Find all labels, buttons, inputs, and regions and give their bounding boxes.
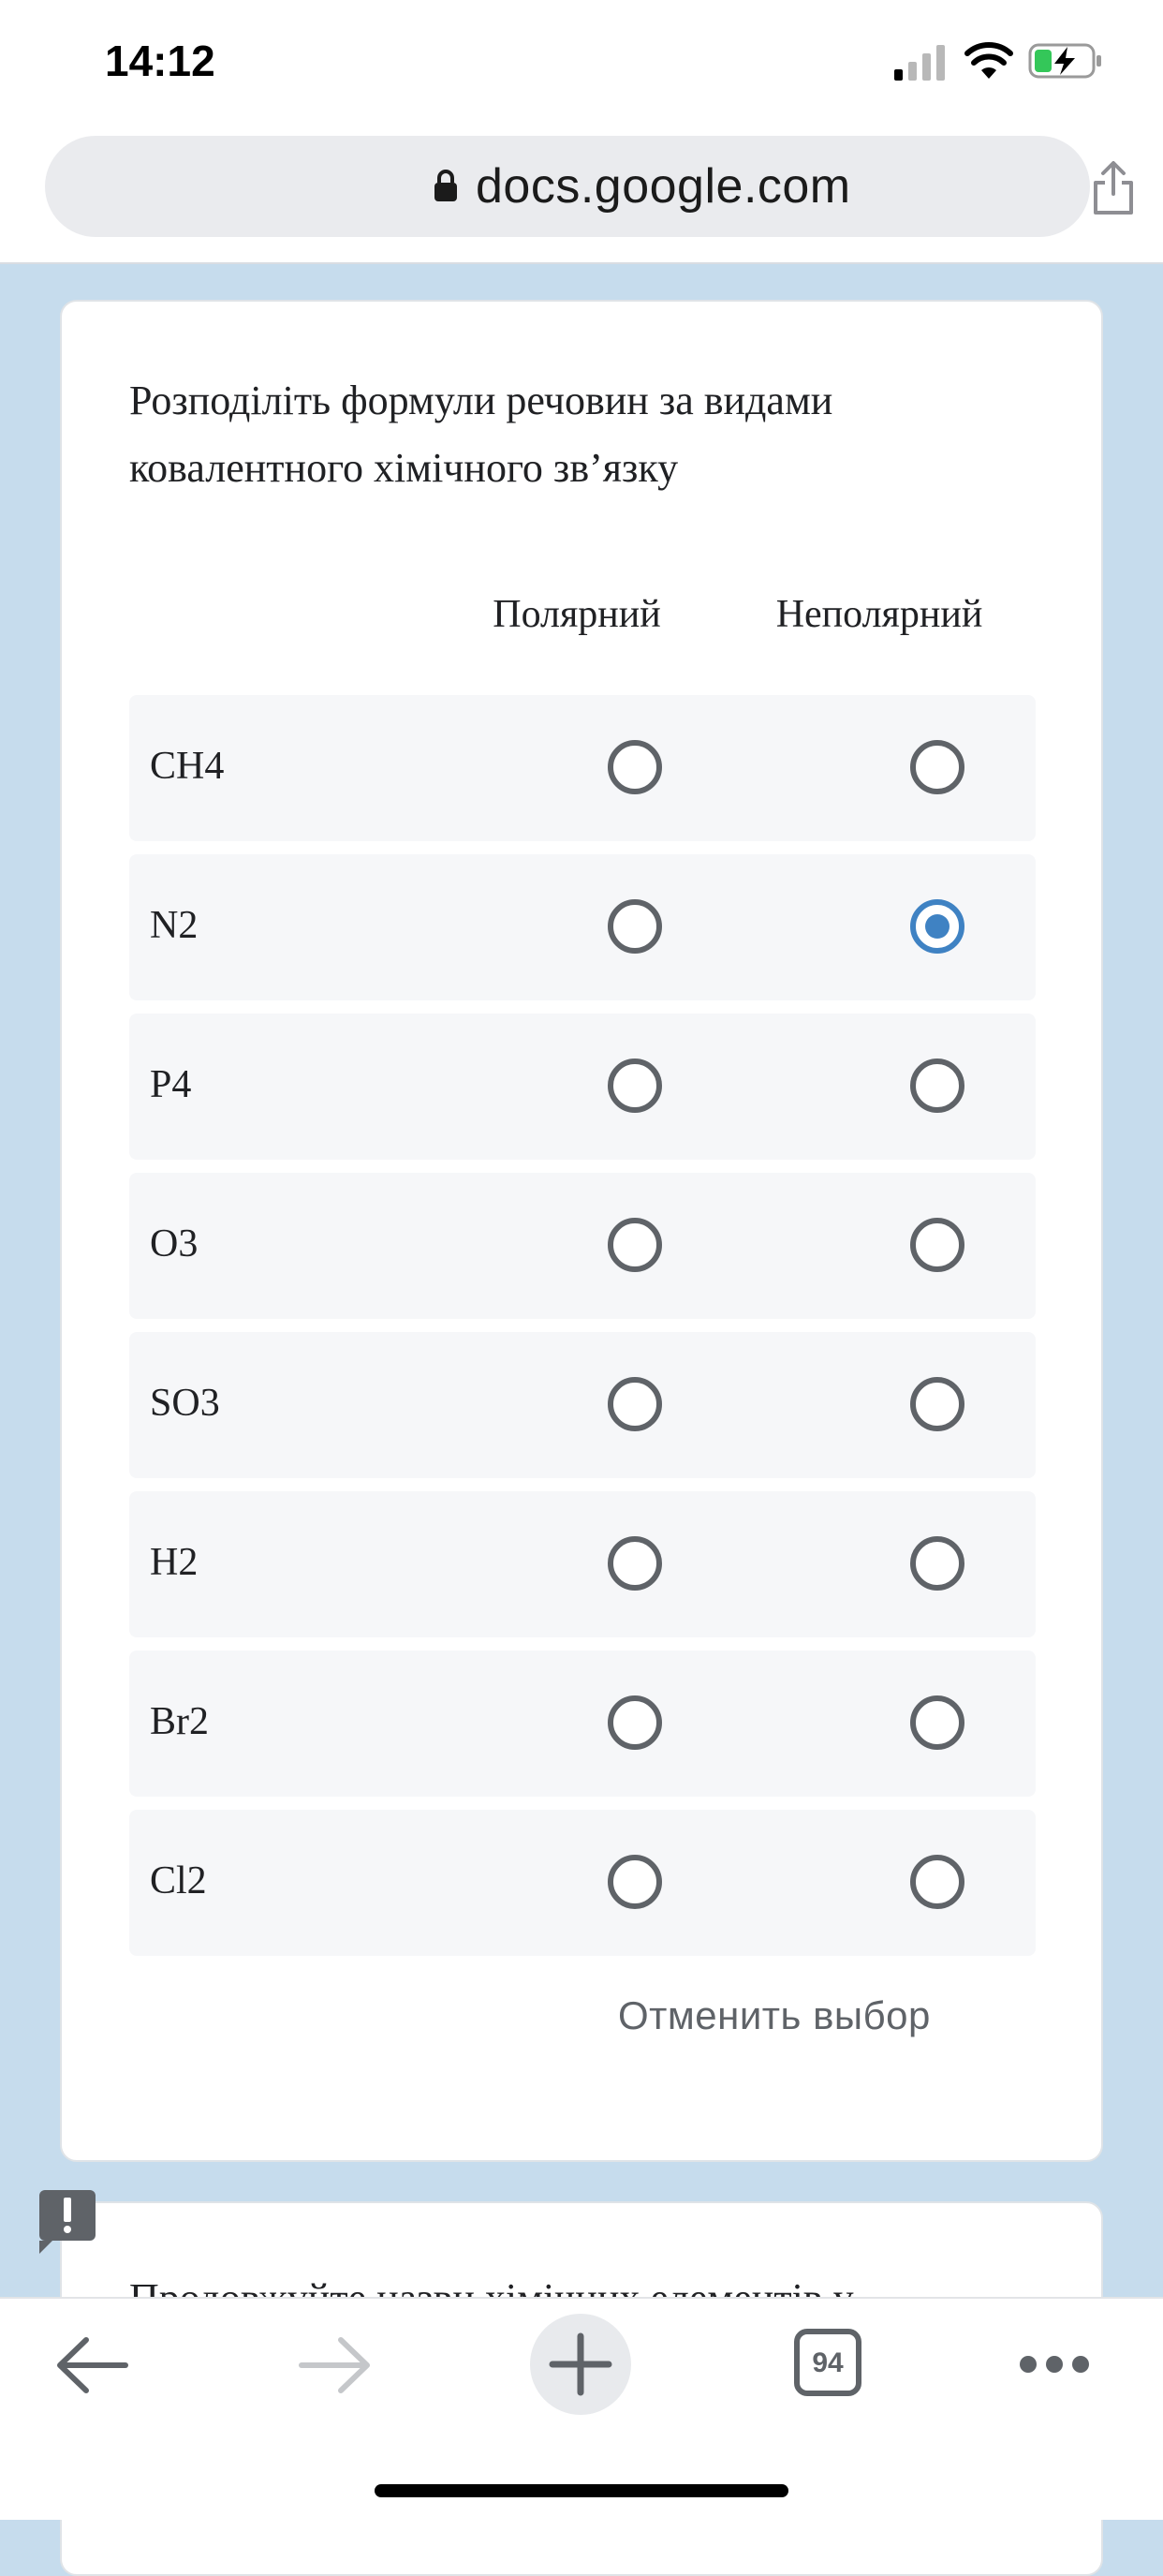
radio-polar[interactable] <box>608 899 662 954</box>
grid-row: Br2 <box>129 1651 1036 1797</box>
url-text[interactable]: docs.google.com <box>476 158 851 215</box>
radio-polar[interactable] <box>608 740 662 794</box>
question-title: Розподіліть формули речовин за видами ко… <box>129 378 833 491</box>
grid-row: H2 <box>129 1491 1036 1637</box>
grid-row: SO3 <box>129 1332 1036 1478</box>
radio-polar[interactable] <box>608 1695 662 1750</box>
battery-charging-icon <box>1028 43 1101 79</box>
report-feedback-icon[interactable] <box>39 2190 96 2254</box>
radio-polar[interactable] <box>608 1059 662 1113</box>
tab-switcher-button[interactable]: 94 <box>794 2329 861 2396</box>
radio-nonpolar[interactable] <box>910 1377 964 1431</box>
tab-count: 94 <box>812 2347 844 2378</box>
wifi-icon <box>964 42 1013 79</box>
plus-icon <box>549 2332 612 2396</box>
radio-polar[interactable] <box>608 1855 662 1909</box>
radio-nonpolar[interactable] <box>910 740 964 794</box>
browser-address-area: docs.google.com <box>0 126 1163 264</box>
grid-row: Cl2 <box>129 1810 1036 1956</box>
radio-polar[interactable] <box>608 1536 662 1591</box>
radio-nonpolar[interactable] <box>910 1855 964 1909</box>
column-header-nonpolar: Неполярний <box>775 593 983 636</box>
home-indicator <box>375 2484 788 2497</box>
radio-nonpolar-selected[interactable] <box>910 899 964 954</box>
exclamation-dot <box>64 2226 71 2233</box>
clear-selection-button[interactable]: Отменить выбор <box>618 1993 931 2038</box>
new-tab-button[interactable] <box>530 2314 631 2415</box>
cellular-signal-icon <box>894 45 945 81</box>
radio-nonpolar[interactable] <box>910 1218 964 1272</box>
column-header-polar: Полярний <box>493 593 661 636</box>
more-menu-icon[interactable] <box>1017 2353 1092 2376</box>
row-label: P4 <box>150 1063 192 1106</box>
radio-nonpolar[interactable] <box>910 1536 964 1591</box>
radio-nonpolar[interactable] <box>910 1059 964 1113</box>
exclamation-mark <box>64 2198 71 2222</box>
forward-arrow-icon[interactable] <box>298 2332 373 2398</box>
row-label: O3 <box>150 1222 199 1266</box>
status-bar: 14:12 <box>0 0 1163 126</box>
address-bar[interactable]: docs.google.com <box>45 136 1133 237</box>
radio-polar[interactable] <box>608 1377 662 1431</box>
row-label: N2 <box>150 904 199 947</box>
radio-polar[interactable] <box>608 1218 662 1272</box>
grid-row: N2 <box>129 854 1036 1000</box>
clock: 14:12 <box>105 37 215 85</box>
grid-row: O3 <box>129 1173 1036 1319</box>
share-icon[interactable] <box>1090 160 1137 216</box>
row-label: H2 <box>150 1541 199 1584</box>
row-label: SO3 <box>150 1382 220 1425</box>
lock-icon <box>434 170 457 201</box>
row-label: Cl2 <box>150 1859 207 1902</box>
radio-nonpolar[interactable] <box>910 1695 964 1750</box>
back-arrow-icon[interactable] <box>54 2332 129 2398</box>
grid-row: P4 <box>129 1014 1036 1160</box>
row-label: CH4 <box>150 745 225 788</box>
question-card: Розподіліть формули речовин за видами ко… <box>60 300 1103 2162</box>
grid-row: CH4 <box>129 695 1036 841</box>
row-label: Br2 <box>150 1700 209 1743</box>
